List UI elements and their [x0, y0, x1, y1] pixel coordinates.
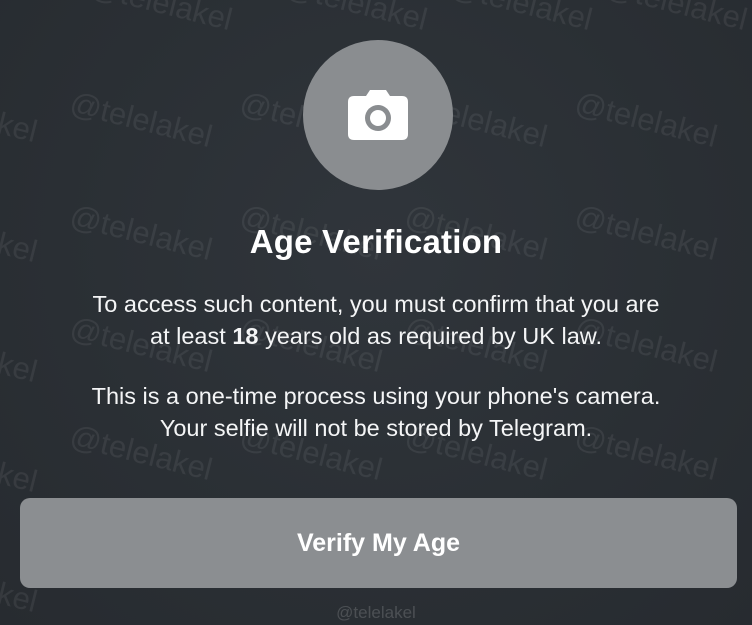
verify-my-age-button[interactable]: Verify My Age — [20, 498, 737, 588]
watermark: @telelakel — [446, 0, 596, 38]
watermark: @telelakel — [86, 0, 236, 38]
dialog-title: Age Verification — [249, 223, 503, 260]
watermark: @telelakel — [0, 80, 41, 150]
process-info-line2: Your selfie will not be stored by Telegr… — [159, 415, 593, 441]
watermark: @telelakel — [0, 430, 41, 500]
watermark: @telelakel — [0, 320, 41, 390]
age-verification-screen: @telelakel @telelakel @telelakel @telela… — [0, 0, 752, 625]
process-info-text: This is a one-time process using your ph… — [40, 380, 712, 444]
camera-avatar-circle — [303, 40, 453, 190]
watermark: @telelakel — [601, 0, 751, 38]
age-requirement-line2-prefix: at least — [150, 323, 233, 349]
process-info-line1: This is a one-time process using your ph… — [91, 383, 661, 409]
age-requirement-line2-suffix: years old as required by UK law. — [258, 323, 602, 349]
age-requirement-text: To access such content, you must confirm… — [40, 288, 712, 352]
watermark: @telelakel — [571, 85, 721, 155]
watermark: @telelakel — [66, 85, 216, 155]
footer-watermark: @telelakel — [336, 603, 416, 622]
camera-icon — [348, 90, 408, 140]
age-requirement-line1: To access such content, you must confirm… — [92, 291, 660, 317]
age-number: 18 — [232, 323, 259, 349]
watermark: @telelakel — [281, 0, 431, 38]
